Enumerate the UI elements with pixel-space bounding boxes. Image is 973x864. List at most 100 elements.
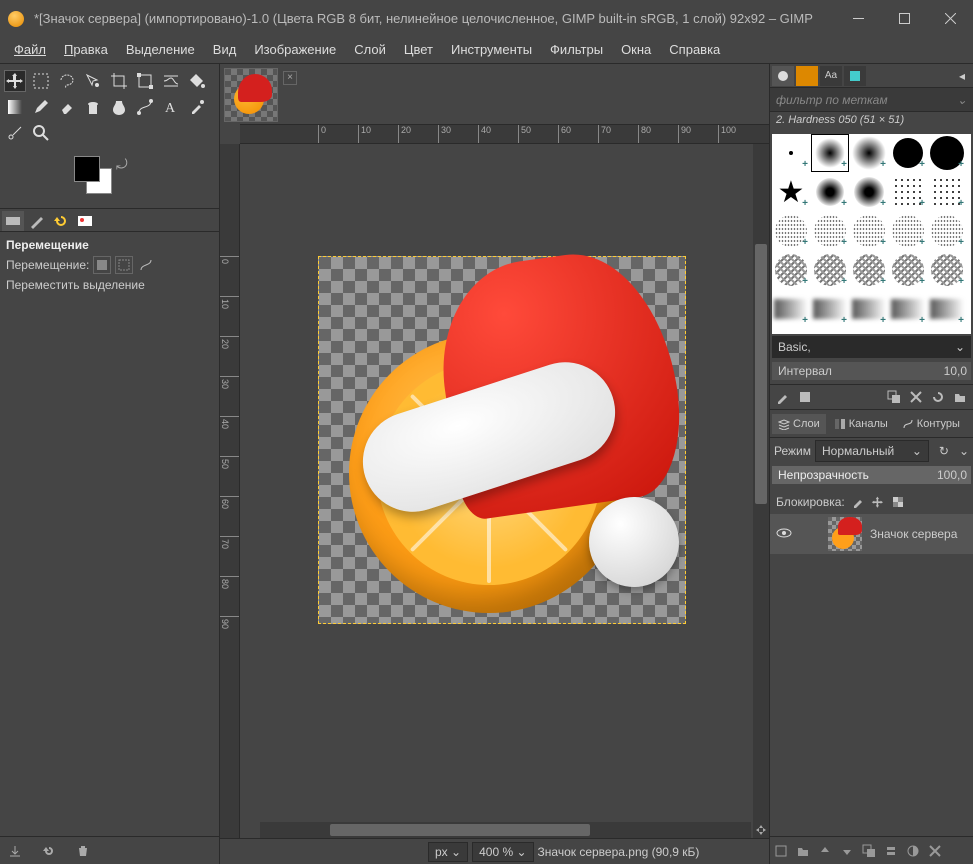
menu-select[interactable]: Выделение <box>118 38 203 61</box>
tab-images[interactable] <box>74 211 96 231</box>
lock-position-icon[interactable] <box>871 495 885 509</box>
move-layer-button[interactable] <box>93 256 111 274</box>
tool-free-select[interactable] <box>56 70 78 92</box>
opacity-slider[interactable]: Непрозрачность <box>772 466 927 484</box>
canvas[interactable] <box>318 256 686 624</box>
tool-warp[interactable] <box>160 70 182 92</box>
maximize-button[interactable] <box>881 0 927 36</box>
tool-gradient[interactable] <box>4 96 26 118</box>
tab-fonts[interactable]: Aa <box>820 66 842 86</box>
opacity-value[interactable]: 100,0 <box>927 466 971 484</box>
lock-alpha-icon[interactable] <box>891 495 905 509</box>
unit-dropdown[interactable]: px ⌄ <box>428 842 468 862</box>
minimize-button[interactable] <box>835 0 881 36</box>
tool-zoom[interactable] <box>30 122 52 144</box>
menu-windows[interactable]: Окна <box>613 38 659 61</box>
open-brush-icon[interactable] <box>953 390 967 404</box>
delete-options-icon[interactable] <box>76 844 90 858</box>
tab-undo-history[interactable] <box>50 211 72 231</box>
menu-edit[interactable]: Правка <box>56 38 116 61</box>
new-brush-icon[interactable] <box>798 390 812 404</box>
mode-select[interactable]: Нормальный⌄ <box>815 440 929 462</box>
brush-filter-input[interactable]: фильтр по меткам ⌄ <box>770 88 973 112</box>
brush-item[interactable]: + <box>928 134 966 172</box>
collapse-icon[interactable]: ◂ <box>953 67 971 85</box>
tool-bucket[interactable] <box>186 70 208 92</box>
navigation-button[interactable] <box>753 822 769 838</box>
tool-transform[interactable] <box>134 70 156 92</box>
layer-item[interactable]: Значок сервера <box>770 514 973 554</box>
menu-color[interactable]: Цвет <box>396 38 441 61</box>
menu-file[interactable]: Файл <box>6 38 54 61</box>
move-path-button[interactable] <box>137 256 155 274</box>
tab-layers[interactable]: Слои <box>772 414 826 434</box>
brush-item[interactable]: + <box>928 251 966 289</box>
brush-item[interactable]: + <box>889 212 927 250</box>
close-button[interactable] <box>927 0 973 36</box>
tab-history[interactable] <box>844 66 866 86</box>
brush-item[interactable]: + <box>928 290 966 328</box>
brush-item[interactable]: + <box>772 134 810 172</box>
lower-layer-icon[interactable] <box>840 844 854 858</box>
raise-layer-icon[interactable] <box>818 844 832 858</box>
mode-reset-icon[interactable]: ↻ <box>933 444 955 458</box>
delete-brush-icon[interactable] <box>909 390 923 404</box>
tool-crop[interactable] <box>108 70 130 92</box>
fg-color[interactable] <box>74 156 100 182</box>
tab-patterns[interactable] <box>796 66 818 86</box>
brush-item[interactable]: + <box>811 134 849 172</box>
new-group-icon[interactable] <box>796 844 810 858</box>
brush-item[interactable]: + <box>850 251 888 289</box>
tool-eraser[interactable] <box>56 96 78 118</box>
duplicate-layer-icon[interactable] <box>862 844 876 858</box>
brush-item[interactable]: + <box>889 173 927 211</box>
scrollbar-horizontal[interactable] <box>260 822 751 838</box>
brush-item[interactable]: + <box>889 290 927 328</box>
tool-move[interactable] <box>4 70 26 92</box>
tool-rect-select[interactable] <box>30 70 52 92</box>
save-options-icon[interactable] <box>8 844 22 858</box>
zoom-dropdown[interactable]: 400 % ⌄ <box>472 842 533 862</box>
brush-item[interactable]: + <box>811 212 849 250</box>
color-swatches[interactable]: ⤾ <box>74 156 219 202</box>
tool-pencil[interactable] <box>30 96 52 118</box>
chevron-down-icon[interactable]: ⌄ <box>959 444 969 458</box>
scrollbar-vertical[interactable] <box>753 144 769 822</box>
tab-tool-options[interactable] <box>2 211 24 231</box>
ruler-horizontal[interactable]: 0102030405060708090100 <box>240 124 769 144</box>
edit-brush-icon[interactable] <box>776 390 790 404</box>
canvas-area[interactable] <box>240 144 769 838</box>
tool-picker[interactable] <box>186 96 208 118</box>
image-tab[interactable]: × <box>224 68 278 122</box>
brush-item[interactable]: + <box>889 134 927 172</box>
brush-item[interactable]: + <box>928 173 966 211</box>
brush-item[interactable]: + <box>772 251 810 289</box>
layer-thumbnail[interactable] <box>828 517 862 551</box>
tab-brushes[interactable] <box>772 66 794 86</box>
menu-help[interactable]: Справка <box>661 38 728 61</box>
tool-path[interactable] <box>134 96 156 118</box>
menu-tools[interactable]: Инструменты <box>443 38 540 61</box>
brush-item[interactable]: + <box>811 290 849 328</box>
brush-item[interactable]: + <box>850 290 888 328</box>
brush-item[interactable]: + <box>811 251 849 289</box>
tool-clone[interactable] <box>82 96 104 118</box>
new-layer-icon[interactable] <box>774 844 788 858</box>
brush-item[interactable]: + <box>772 212 810 250</box>
brush-item[interactable]: + <box>850 134 888 172</box>
menu-layer[interactable]: Слой <box>346 38 394 61</box>
brush-item[interactable]: + <box>928 212 966 250</box>
layer-list[interactable]: Значок сервера <box>770 514 973 836</box>
duplicate-brush-icon[interactable] <box>887 390 901 404</box>
swap-colors-icon[interactable]: ⤾ <box>116 156 128 173</box>
restore-options-icon[interactable] <box>42 844 56 858</box>
visibility-icon[interactable] <box>776 525 794 544</box>
lock-pixels-icon[interactable] <box>851 495 865 509</box>
delete-layer-icon[interactable] <box>928 844 942 858</box>
brush-item[interactable]: ★+ <box>772 173 810 211</box>
move-selection-button[interactable] <box>115 256 133 274</box>
tab-device[interactable] <box>26 211 48 231</box>
menu-view[interactable]: Вид <box>205 38 245 61</box>
brush-item[interactable]: + <box>850 212 888 250</box>
brush-item[interactable]: + <box>811 173 849 211</box>
